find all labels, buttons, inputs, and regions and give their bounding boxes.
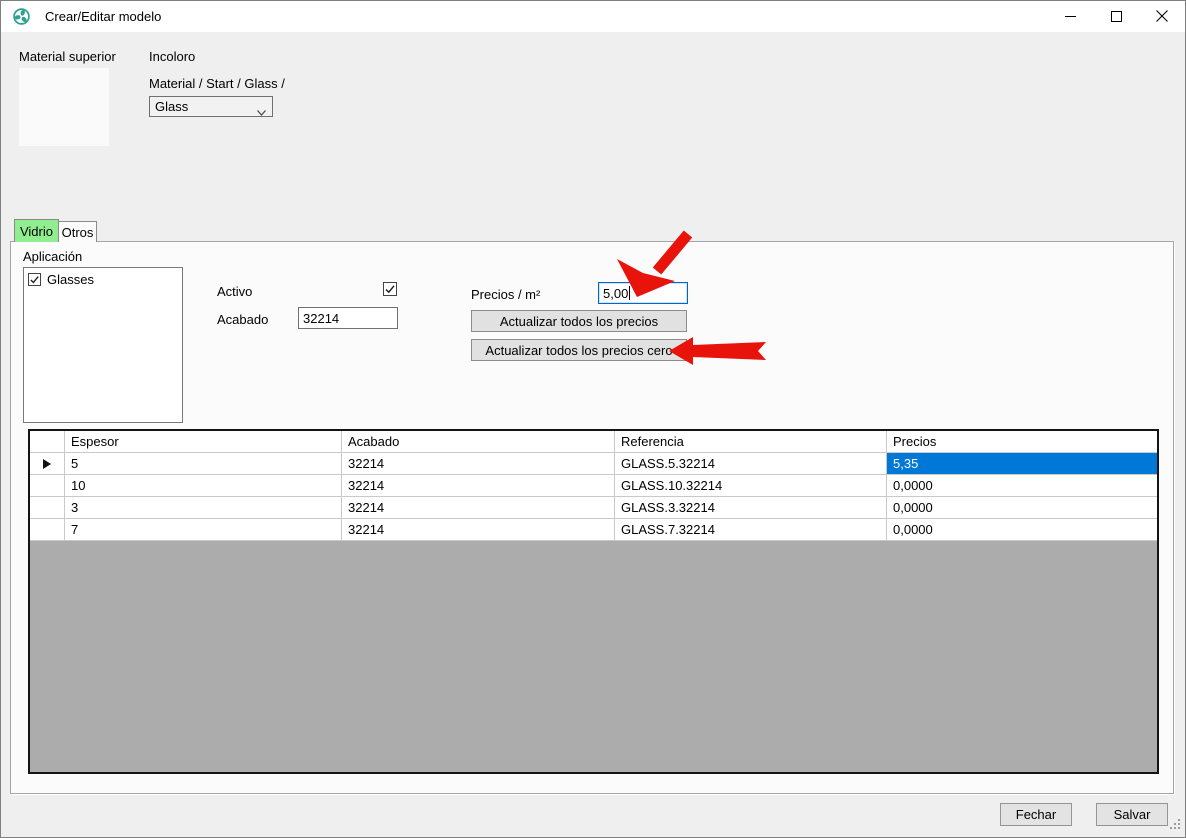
window-title: Crear/Editar modelo bbox=[45, 9, 161, 24]
chevron-down-icon bbox=[257, 104, 266, 119]
material-dropdown[interactable]: Glass bbox=[149, 96, 273, 117]
maximize-button[interactable] bbox=[1093, 1, 1139, 31]
row-selector-cell[interactable] bbox=[30, 475, 65, 497]
breadcrumb: Material / Start / Glass / bbox=[149, 76, 285, 91]
column-header-acabado[interactable]: Acabado bbox=[342, 431, 615, 453]
table-row[interactable]: 3 32214 GLASS.3.32214 0,0000 bbox=[30, 497, 1157, 519]
cell-acabado[interactable]: 32214 bbox=[342, 497, 615, 519]
maximize-icon bbox=[1111, 11, 1122, 22]
text-caret bbox=[629, 286, 630, 300]
table-row[interactable]: 5 32214 GLASS.5.32214 5,35 bbox=[30, 453, 1157, 475]
row-selector-cell[interactable] bbox=[30, 497, 65, 519]
check-icon bbox=[29, 274, 40, 285]
cell-espesor[interactable]: 7 bbox=[65, 519, 342, 541]
fechar-button[interactable]: Fechar bbox=[1000, 803, 1072, 826]
column-header-precios[interactable]: Precios bbox=[887, 431, 1157, 453]
tab-otros[interactable]: Otros bbox=[59, 221, 97, 242]
cell-precios-selected[interactable]: 5,35 bbox=[887, 453, 1157, 475]
tab-vidrio[interactable]: Vidrio bbox=[14, 219, 59, 242]
current-row-arrow-icon bbox=[43, 459, 51, 469]
glasses-checkbox[interactable] bbox=[28, 273, 41, 286]
minimize-icon bbox=[1065, 11, 1076, 22]
minimize-button[interactable] bbox=[1047, 1, 1093, 31]
close-icon bbox=[1156, 10, 1168, 22]
cell-acabado[interactable]: 32214 bbox=[342, 519, 615, 541]
precios-input[interactable]: 5,00 bbox=[598, 282, 688, 304]
material-dropdown-value: Glass bbox=[155, 99, 188, 114]
cell-referencia[interactable]: GLASS.3.32214 bbox=[615, 497, 887, 519]
list-item-glasses[interactable]: Glasses bbox=[24, 268, 182, 287]
column-header-espesor[interactable]: Espesor bbox=[65, 431, 342, 453]
update-all-prices-label: Actualizar todos los precios bbox=[500, 314, 658, 329]
grid-header-row: Espesor Acabado Referencia Precios bbox=[30, 431, 1157, 453]
tab-otros-label: Otros bbox=[62, 225, 94, 240]
salvar-button[interactable]: Salvar bbox=[1096, 803, 1168, 826]
acabado-label: Acabado bbox=[217, 312, 268, 327]
row-selector-header bbox=[30, 431, 65, 453]
cell-espesor[interactable]: 10 bbox=[65, 475, 342, 497]
check-icon bbox=[384, 283, 396, 295]
activo-label: Activo bbox=[217, 284, 252, 299]
cell-espesor[interactable]: 3 bbox=[65, 497, 342, 519]
acabado-value: 32214 bbox=[303, 311, 339, 326]
glasses-item-label: Glasses bbox=[47, 272, 94, 287]
row-selector-cell[interactable] bbox=[30, 519, 65, 541]
material-color-name: Incoloro bbox=[149, 49, 195, 64]
precios-value: 5,00 bbox=[603, 286, 628, 301]
material-preview-image bbox=[19, 68, 109, 146]
cell-precios[interactable]: 0,0000 bbox=[887, 497, 1157, 519]
aplicacion-label: Aplicación bbox=[23, 249, 82, 264]
app-logo-icon bbox=[13, 8, 30, 25]
tab-vidrio-label: Vidrio bbox=[20, 224, 53, 239]
material-superior-label: Material superior bbox=[19, 49, 116, 64]
table-row[interactable]: 7 32214 GLASS.7.32214 0,0000 bbox=[30, 519, 1157, 541]
acabado-input[interactable]: 32214 bbox=[298, 307, 398, 329]
table-row[interactable]: 10 32214 GLASS.10.32214 0,0000 bbox=[30, 475, 1157, 497]
update-all-prices-zero-label: Actualizar todos los precios cero bbox=[485, 343, 672, 358]
update-all-prices-zero-button[interactable]: Actualizar todos los precios cero bbox=[471, 339, 687, 361]
resize-grip-handle[interactable] bbox=[1170, 818, 1181, 833]
cell-precios[interactable]: 0,0000 bbox=[887, 519, 1157, 541]
activo-checkbox[interactable] bbox=[383, 282, 397, 296]
cell-espesor[interactable]: 5 bbox=[65, 453, 342, 475]
salvar-button-label: Salvar bbox=[1114, 807, 1151, 822]
cell-referencia[interactable]: GLASS.10.32214 bbox=[615, 475, 887, 497]
resize-grip-icon bbox=[1170, 819, 1181, 830]
update-all-prices-button[interactable]: Actualizar todos los precios bbox=[471, 310, 687, 332]
dialog-window: Crear/Editar modelo Material superior In… bbox=[0, 0, 1186, 838]
column-header-referencia[interactable]: Referencia bbox=[615, 431, 887, 453]
close-button[interactable] bbox=[1139, 1, 1185, 31]
cell-acabado[interactable]: 32214 bbox=[342, 453, 615, 475]
aplicacion-listbox[interactable]: Glasses bbox=[23, 267, 183, 423]
precios-label: Precios / m² bbox=[471, 287, 540, 302]
cell-referencia[interactable]: GLASS.5.32214 bbox=[615, 453, 887, 475]
title-bar: Crear/Editar modelo bbox=[1, 1, 1185, 32]
cell-acabado[interactable]: 32214 bbox=[342, 475, 615, 497]
prices-data-grid[interactable]: Espesor Acabado Referencia Precios 5 322… bbox=[28, 429, 1159, 774]
fechar-button-label: Fechar bbox=[1016, 807, 1056, 822]
cell-referencia[interactable]: GLASS.7.32214 bbox=[615, 519, 887, 541]
row-selector-cell[interactable] bbox=[30, 453, 65, 475]
cell-precios[interactable]: 0,0000 bbox=[887, 475, 1157, 497]
